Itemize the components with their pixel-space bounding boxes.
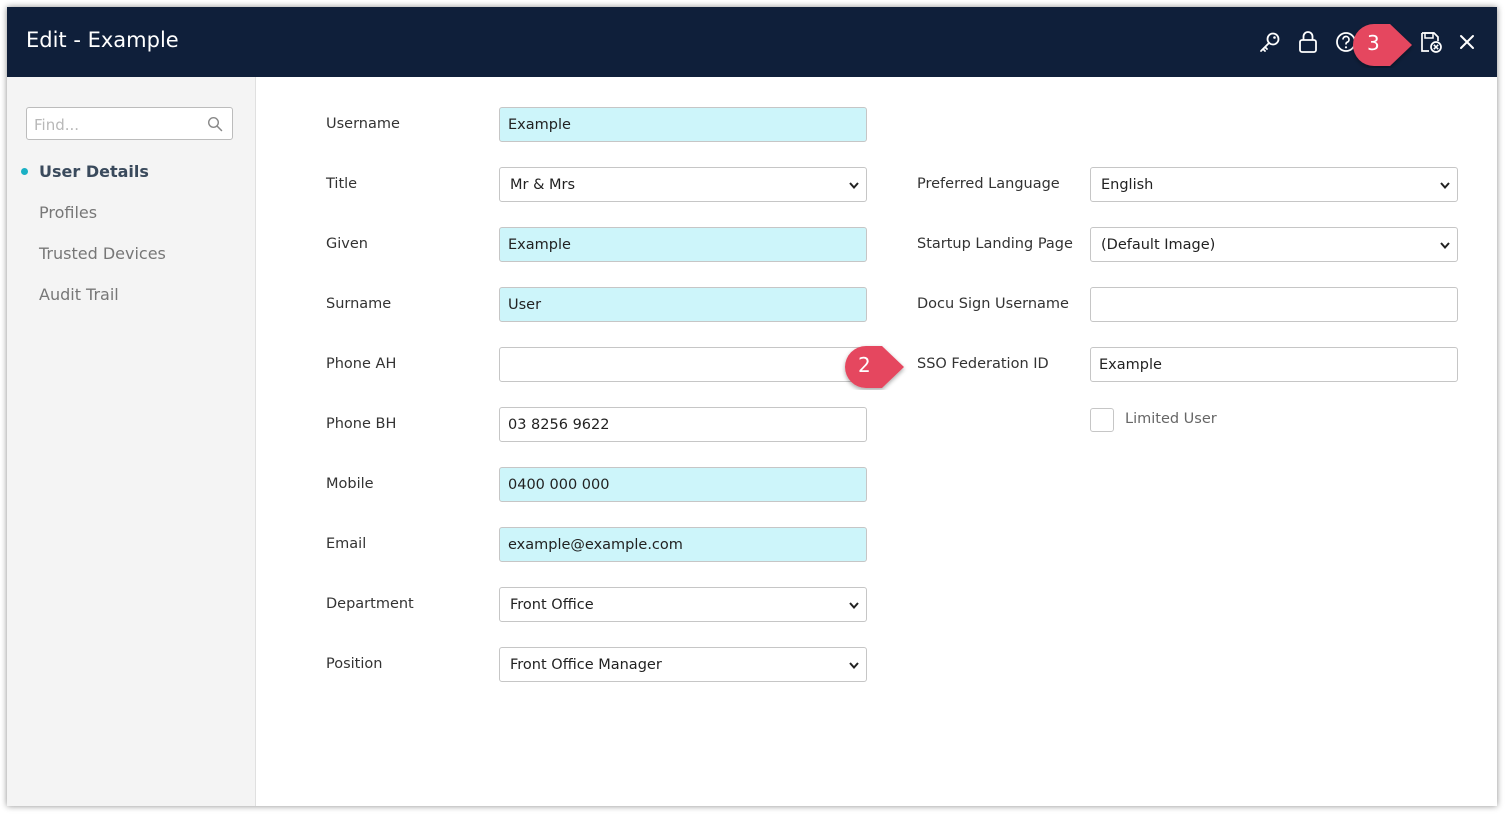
sidebar-item-trusted-devices[interactable]: Trusted Devices <box>39 244 166 263</box>
search-input[interactable] <box>32 114 201 136</box>
window-title: Edit - Example <box>26 28 179 52</box>
surname-field[interactable]: User <box>499 287 867 322</box>
chevron-down-icon <box>1440 182 1450 190</box>
preferred-language-label: Preferred Language <box>917 176 1060 192</box>
close-icon[interactable] <box>1454 29 1480 55</box>
position-label: Position <box>326 656 383 672</box>
annotation-badge-3: 3 <box>1346 22 1416 68</box>
docu-sign-username-field[interactable] <box>1090 287 1458 322</box>
given-field[interactable]: Example <box>499 227 867 262</box>
preferred-language-select-value: English <box>1101 177 1154 193</box>
department-select[interactable]: Front Office <box>499 587 867 622</box>
phone-bh-field[interactable]: 03 8256 9622 <box>499 407 867 442</box>
title-select[interactable]: Mr & Mrs <box>499 167 867 202</box>
sidebar-item-profiles[interactable]: Profiles <box>39 203 97 222</box>
lock-icon[interactable] <box>1295 29 1321 55</box>
save-close-icon[interactable] <box>1417 29 1443 55</box>
position-select[interactable]: Front Office Manager <box>499 647 867 682</box>
phone-bh-label: Phone BH <box>326 416 397 432</box>
sidebar <box>7 77 256 806</box>
username-field[interactable]: Example <box>499 107 867 142</box>
chevron-down-icon <box>849 602 859 610</box>
chevron-down-icon <box>1440 242 1450 250</box>
annotation-badge-3-number: 3 <box>1367 31 1380 55</box>
title-bar: Edit - Example <box>7 7 1497 77</box>
find-box[interactable] <box>26 107 233 140</box>
preferred-language-select[interactable]: English <box>1090 167 1458 202</box>
edit-user-window: Edit - Example User Details Profiles Tru… <box>7 7 1497 806</box>
annotation-badge-2-number: 2 <box>858 353 871 377</box>
sso-federation-id-field[interactable]: Example <box>1090 347 1458 382</box>
sso-federation-id-label: SSO Federation ID <box>917 356 1049 372</box>
key-icon[interactable] <box>1257 29 1283 55</box>
title-select-value: Mr & Mrs <box>510 177 576 193</box>
department-label: Department <box>326 596 414 612</box>
position-select-value: Front Office Manager <box>510 657 662 673</box>
email-label: Email <box>326 536 367 552</box>
username-label: Username <box>326 116 400 132</box>
given-label: Given <box>326 236 368 252</box>
limited-user-checkbox[interactable] <box>1090 408 1114 432</box>
startup-landing-page-label: Startup Landing Page <box>917 236 1073 252</box>
annotation-badge-2: 2 <box>838 344 908 390</box>
mobile-label: Mobile <box>326 476 374 492</box>
docu-sign-username-label: Docu Sign Username <box>917 296 1069 312</box>
limited-user-label: Limited User <box>1125 411 1217 427</box>
surname-label: Surname <box>326 296 392 312</box>
chevron-down-icon <box>849 182 859 190</box>
sidebar-item-user-details[interactable]: User Details <box>39 162 149 181</box>
phone-ah-field[interactable] <box>499 347 867 382</box>
chevron-down-icon <box>849 662 859 670</box>
startup-landing-page-select[interactable]: (Default Image) <box>1090 227 1458 262</box>
email-field[interactable]: example@example.com <box>499 527 867 562</box>
sidebar-item-audit-trail[interactable]: Audit Trail <box>39 285 119 304</box>
phone-ah-label: Phone AH <box>326 356 397 372</box>
search-icon[interactable] <box>207 116 223 132</box>
mobile-field[interactable]: 0400 000 000 <box>499 467 867 502</box>
active-indicator-dot <box>21 168 28 175</box>
title-label: Title <box>326 176 358 192</box>
department-select-value: Front Office <box>510 597 594 613</box>
startup-landing-page-select-value: (Default Image) <box>1101 237 1216 253</box>
